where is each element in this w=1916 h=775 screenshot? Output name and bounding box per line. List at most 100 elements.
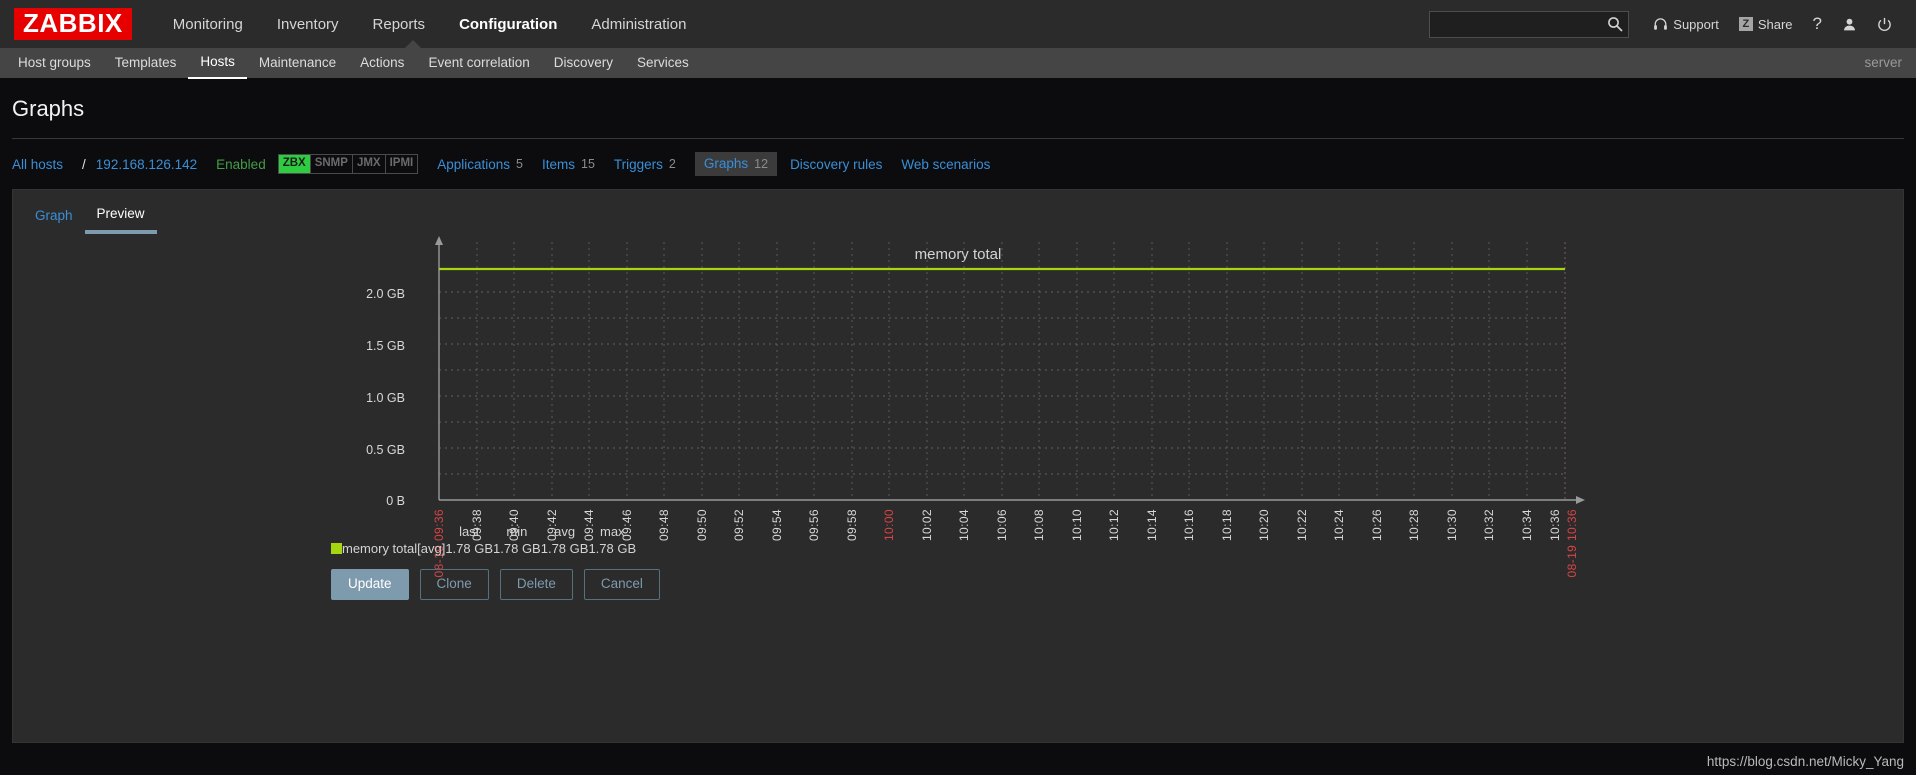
update-button[interactable]: Update bbox=[331, 569, 409, 601]
availability-snmp: SNMP bbox=[311, 155, 353, 173]
x-tick-label-11: 09:58 bbox=[845, 509, 859, 542]
subnav-item-event-correlation[interactable]: Event correlation bbox=[416, 48, 541, 78]
nav-item-administration[interactable]: Administration bbox=[574, 2, 703, 47]
top-header: ZABBIX Monitoring Inventory Reports Conf… bbox=[0, 0, 1916, 48]
sign-out-link[interactable] bbox=[1867, 0, 1902, 48]
chart-legend: last min avg max memory total [avg] 1.78… bbox=[331, 524, 636, 556]
breadcrumb-host[interactable]: 192.168.126.142 bbox=[96, 157, 216, 172]
x-tick-label-7: 09:50 bbox=[695, 509, 709, 542]
legend-value-avg: 1.78 GB bbox=[540, 541, 589, 556]
help-link[interactable]: ? bbox=[1803, 0, 1832, 48]
legend-header-avg: avg bbox=[554, 524, 576, 539]
breadcrumb: All hosts / 192.168.126.142 Enabled ZBX … bbox=[12, 139, 1904, 189]
graph-form-card: Graph Preview memory total 2.0 GB 1.5 GB… bbox=[12, 189, 1904, 743]
y-tick-label-2: 1.0 GB bbox=[366, 391, 405, 405]
x-tick-label-12: 10:00 bbox=[882, 509, 896, 542]
breadcrumb-all-hosts[interactable]: All hosts bbox=[12, 157, 82, 172]
breadcrumb-applications[interactable]: Applications bbox=[437, 157, 516, 172]
host-status-badge: Enabled bbox=[216, 156, 266, 172]
x-tick-label-10: 09:56 bbox=[807, 509, 821, 542]
form-tabs: Graph Preview bbox=[13, 190, 1903, 234]
legend-value-max: 1.78 GB bbox=[588, 541, 637, 556]
subnav-item-host-groups[interactable]: Host groups bbox=[6, 48, 103, 78]
legend-series-aggregate: [avg] bbox=[417, 541, 446, 556]
user-profile-link[interactable] bbox=[1832, 0, 1867, 48]
availability-ipmi: IPMI bbox=[389, 157, 414, 170]
y-tick-label-1: 1.5 GB bbox=[366, 339, 405, 353]
graph-preview-area: memory total 2.0 GB 1.5 GB 1.0 GB 0.5 GB… bbox=[13, 234, 1903, 742]
x-tick-label-26: 10:28 bbox=[1407, 509, 1421, 542]
share-link[interactable]: Z Share bbox=[1729, 0, 1803, 48]
watermark: https://blog.csdn.net/Micky_Yang bbox=[1706, 754, 1904, 769]
x-tick-label-16: 10:08 bbox=[1032, 509, 1046, 542]
clone-button[interactable]: Clone bbox=[419, 569, 489, 601]
breadcrumb-graphs-count: 12 bbox=[754, 157, 769, 171]
x-tick-label-21: 10:18 bbox=[1220, 509, 1234, 542]
subnav-item-templates[interactable]: Templates bbox=[103, 48, 189, 78]
support-label: Support bbox=[1673, 16, 1719, 32]
x-tick-label-27: 10:30 bbox=[1445, 509, 1459, 542]
nav-item-reports[interactable]: Reports bbox=[356, 2, 443, 47]
search-input[interactable] bbox=[1429, 10, 1630, 38]
legend-header-last: last bbox=[459, 524, 480, 539]
breadcrumb-triggers[interactable]: Triggers bbox=[614, 157, 669, 172]
availability-badges: ZBX SNMP JMX IPMI bbox=[277, 154, 419, 174]
sub-navigation: Host groups Templates Hosts Maintenance … bbox=[0, 40, 1916, 79]
page-content: Graphs All hosts / 192.168.126.142 Enabl… bbox=[0, 78, 1916, 743]
power-icon bbox=[1878, 17, 1891, 31]
legend-header-max: max bbox=[600, 524, 625, 539]
tab-preview[interactable]: Preview bbox=[84, 200, 157, 234]
subnav-item-discovery[interactable]: Discovery bbox=[542, 48, 625, 78]
y-tick-label-4: 0 B bbox=[386, 494, 405, 508]
x-tick-label-13: 10:02 bbox=[920, 509, 934, 542]
subnav-item-hosts[interactable]: Hosts bbox=[188, 47, 247, 79]
legend-value-min: 1.78 GB bbox=[493, 541, 541, 556]
support-link[interactable]: Support bbox=[1643, 0, 1729, 48]
breadcrumb-items-count: 15 bbox=[581, 157, 595, 171]
x-tick-label-28: 10:32 bbox=[1482, 509, 1496, 542]
availability-zbx: ZBX bbox=[278, 155, 311, 173]
x-tick-label-23: 10:22 bbox=[1295, 509, 1309, 542]
y-tick-label-0: 2.0 GB bbox=[366, 287, 405, 301]
legend-series-name: memory total bbox=[342, 541, 418, 556]
x-tick-label-25: 10:26 bbox=[1370, 509, 1384, 542]
breadcrumb-web-scenarios[interactable]: Web scenarios bbox=[901, 157, 996, 172]
breadcrumb-graphs-chip[interactable]: Graphs 12 bbox=[694, 152, 778, 176]
global-search bbox=[1429, 10, 1630, 38]
x-tick-label-19: 10:14 bbox=[1145, 509, 1159, 542]
server-name-label: server bbox=[1864, 55, 1902, 70]
headset-icon bbox=[1654, 17, 1668, 30]
x-tick-label-20: 10:16 bbox=[1182, 509, 1196, 542]
availability-jmx: JMX bbox=[353, 155, 386, 173]
breadcrumb-triggers-count: 2 bbox=[668, 157, 676, 171]
tab-graph[interactable]: Graph bbox=[23, 202, 85, 232]
header-actions: Support Z Share ? bbox=[1429, 0, 1902, 48]
nav-item-monitoring[interactable]: Monitoring bbox=[156, 2, 260, 47]
subnav-item-actions[interactable]: Actions bbox=[348, 48, 416, 78]
nav-item-inventory[interactable]: Inventory bbox=[260, 2, 356, 47]
breadcrumb-graphs[interactable]: Graphs bbox=[704, 156, 754, 171]
cancel-button[interactable]: Cancel bbox=[583, 569, 660, 601]
breadcrumb-separator: / bbox=[82, 156, 86, 172]
x-tick-label-18: 10:12 bbox=[1107, 509, 1121, 542]
zabbix-share-badge-icon: Z bbox=[1738, 17, 1753, 31]
subnav-item-maintenance[interactable]: Maintenance bbox=[247, 48, 348, 78]
active-menu-pointer-icon bbox=[404, 40, 422, 49]
delete-button[interactable]: Delete bbox=[499, 569, 573, 601]
x-tick-label-24: 10:24 bbox=[1332, 509, 1346, 542]
user-icon bbox=[1844, 18, 1855, 30]
nav-item-configuration[interactable]: Configuration bbox=[442, 2, 574, 47]
page-title: Graphs bbox=[12, 96, 85, 121]
breadcrumb-discovery-rules[interactable]: Discovery rules bbox=[790, 157, 901, 172]
breadcrumb-items[interactable]: Items bbox=[542, 157, 581, 172]
breadcrumb-applications-count: 5 bbox=[516, 157, 523, 171]
legend-header-spacer-name bbox=[342, 524, 417, 541]
x-tick-label-30: 10:36 bbox=[1548, 509, 1562, 542]
zabbix-logo[interactable]: ZABBIX bbox=[14, 8, 132, 40]
memory-total-chart bbox=[435, 236, 1585, 504]
x-tick-label-6: 09:48 bbox=[657, 509, 671, 542]
x-tick-label-8: 09:52 bbox=[732, 509, 746, 542]
legend-row: memory total [avg] 1.78 GB 1.78 GB 1.78 … bbox=[331, 541, 636, 556]
subnav-item-services[interactable]: Services bbox=[625, 48, 701, 78]
form-actions: Update Clone Delete Cancel bbox=[331, 569, 660, 601]
